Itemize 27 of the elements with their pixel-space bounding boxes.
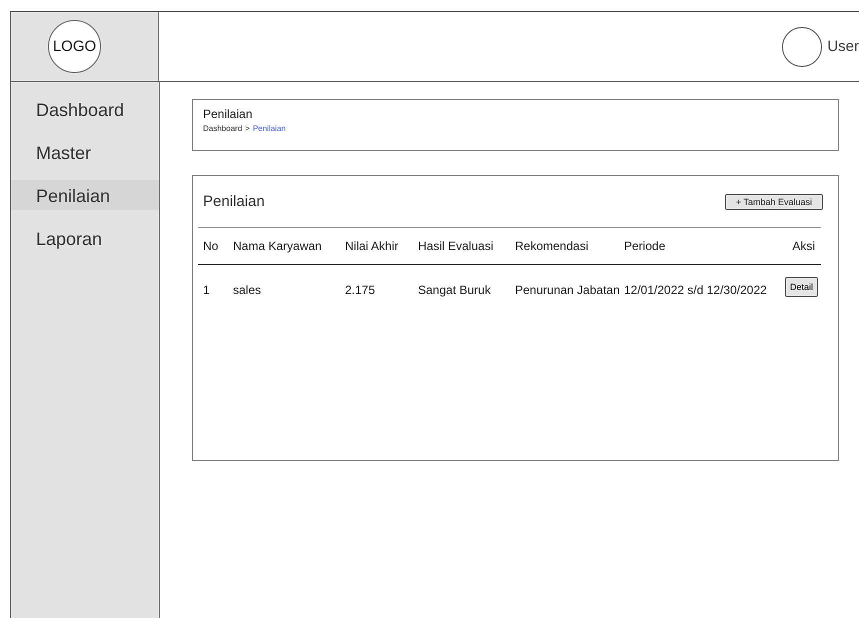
user-name[interactable]: User <box>827 38 859 55</box>
sidebar-item[interactable]: Penilaian <box>11 180 159 210</box>
column-header: Periode <box>624 239 666 253</box>
avatar-icon[interactable] <box>782 26 822 66</box>
logo: LOGO <box>48 20 101 73</box>
page-title: Penilaian <box>203 107 254 121</box>
table-cell-text: Sangat Buruk <box>418 283 492 297</box>
table-cell-text: 2.175 <box>345 283 376 297</box>
breadcrumb-separator: > <box>245 124 250 133</box>
column-header: Nama Karyawan <box>233 239 323 253</box>
sidebar-item[interactable]: Master <box>11 137 159 167</box>
card-title: Penilaian <box>203 193 265 210</box>
table-cell-text: 1 <box>203 283 211 297</box>
sidebar-item[interactable]: Dashboard <box>11 94 159 124</box>
table-cell-text: Penurunan Jabatan <box>515 283 621 297</box>
breadcrumb-link[interactable]: Dashboard <box>203 124 242 133</box>
detail-button[interactable]: Detail <box>784 277 818 297</box>
column-header: Nilai Akhir <box>345 239 400 253</box>
column-header: Rekomendasi <box>515 239 590 253</box>
column-header: Aksi <box>792 239 816 253</box>
column-header: No <box>203 239 220 253</box>
table-cell-text: sales <box>233 283 262 297</box>
breadcrumb-link[interactable]: Penilaian <box>252 124 286 133</box>
add-evaluation-button[interactable]: + Tambah Evaluasi <box>724 194 823 210</box>
column-header: Hasil Evaluasi <box>418 239 494 253</box>
sidebar-item[interactable]: Laporan <box>11 223 159 253</box>
table-cell: 12/01/2022 s/d 12/30/2022 <box>624 283 768 297</box>
